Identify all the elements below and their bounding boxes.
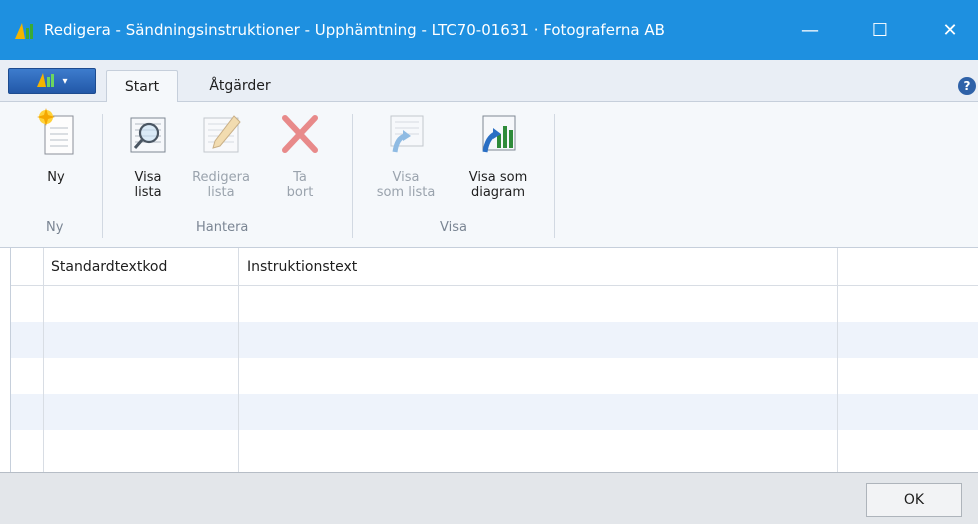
column-divider bbox=[238, 248, 239, 472]
visa-lista-label-line1: Visa bbox=[134, 170, 162, 185]
help-icon[interactable]: ? bbox=[958, 77, 976, 95]
group-label-hantera: Hantera bbox=[196, 220, 249, 235]
group-label-ny: Ny bbox=[46, 220, 64, 235]
delete-icon bbox=[279, 108, 321, 158]
visa-som-diagram-button[interactable]: Visa som diagram bbox=[456, 108, 540, 200]
column-header-standardtextkod[interactable]: Standardtextkod bbox=[43, 248, 239, 286]
group-separator bbox=[554, 114, 555, 238]
ta-bort-button[interactable]: Ta bort bbox=[270, 108, 330, 200]
chevron-down-icon: ▾ bbox=[62, 75, 68, 87]
visa-som-lista-button[interactable]: Visa som lista bbox=[368, 108, 444, 200]
title-bar: Redigera - Sändningsinstruktioner - Upph… bbox=[0, 0, 978, 60]
column-divider bbox=[43, 248, 44, 472]
window-title: Redigera - Sändningsinstruktioner - Upph… bbox=[44, 21, 665, 39]
visa-lista-label-line2: lista bbox=[134, 185, 162, 200]
maximize-button[interactable]: ☐ bbox=[852, 0, 908, 60]
tab-atgarder[interactable]: Åtgärder bbox=[190, 70, 290, 102]
group-separator bbox=[102, 114, 103, 238]
show-as-chart-icon bbox=[477, 108, 519, 158]
ok-button[interactable]: OK bbox=[866, 483, 962, 517]
redigera-lista-label-line1: Redigera bbox=[192, 170, 250, 185]
ribbon: Ny Ny Visa lista Redigera lista Ta bort … bbox=[0, 102, 978, 248]
minimize-button[interactable]: — bbox=[782, 0, 838, 60]
column-header-filler bbox=[839, 248, 978, 286]
visa-som-diagram-label-line2: diagram bbox=[470, 185, 526, 200]
visa-som-lista-label-line2: som lista bbox=[376, 185, 436, 200]
table-row[interactable] bbox=[11, 394, 978, 430]
ny-label-line1: Ny bbox=[47, 170, 65, 185]
dialog-footer: OK bbox=[0, 472, 978, 524]
group-separator bbox=[352, 114, 353, 238]
close-button[interactable]: ✕ bbox=[922, 0, 978, 60]
table-row[interactable] bbox=[11, 430, 978, 472]
redigera-lista-button[interactable]: Redigera lista bbox=[186, 108, 256, 200]
ny-button[interactable]: Ny bbox=[28, 108, 84, 185]
app-logo-icon bbox=[14, 19, 36, 41]
app-logo-icon bbox=[36, 70, 56, 92]
ribbon-tab-row: ▾ Start Åtgärder ? bbox=[0, 60, 978, 103]
redigera-lista-label-line2: lista bbox=[207, 185, 235, 200]
column-header-instruktionstext[interactable]: Instruktionstext bbox=[239, 248, 839, 286]
ta-bort-label-line2: bort bbox=[286, 185, 314, 200]
ta-bort-label-line1: Ta bbox=[293, 170, 307, 185]
table-row[interactable] bbox=[11, 358, 978, 394]
visa-lista-button[interactable]: Visa lista bbox=[118, 108, 178, 200]
group-label-visa: Visa bbox=[440, 220, 467, 235]
column-divider bbox=[837, 248, 838, 472]
new-document-icon bbox=[35, 108, 77, 158]
instructions-grid: Standardtextkod Instruktionstext bbox=[10, 248, 978, 472]
view-list-icon bbox=[127, 108, 169, 158]
edit-list-icon bbox=[200, 108, 242, 158]
visa-som-diagram-label-line1: Visa som bbox=[468, 170, 528, 185]
show-as-list-icon bbox=[385, 108, 427, 158]
grid-header: Standardtextkod Instruktionstext bbox=[11, 248, 978, 286]
tab-start[interactable]: Start bbox=[106, 70, 178, 103]
table-row[interactable] bbox=[11, 322, 978, 358]
table-row[interactable] bbox=[11, 286, 978, 322]
visa-som-lista-label-line1: Visa bbox=[392, 170, 420, 185]
application-menu-button[interactable]: ▾ bbox=[8, 68, 96, 94]
row-selector-header bbox=[11, 248, 43, 286]
